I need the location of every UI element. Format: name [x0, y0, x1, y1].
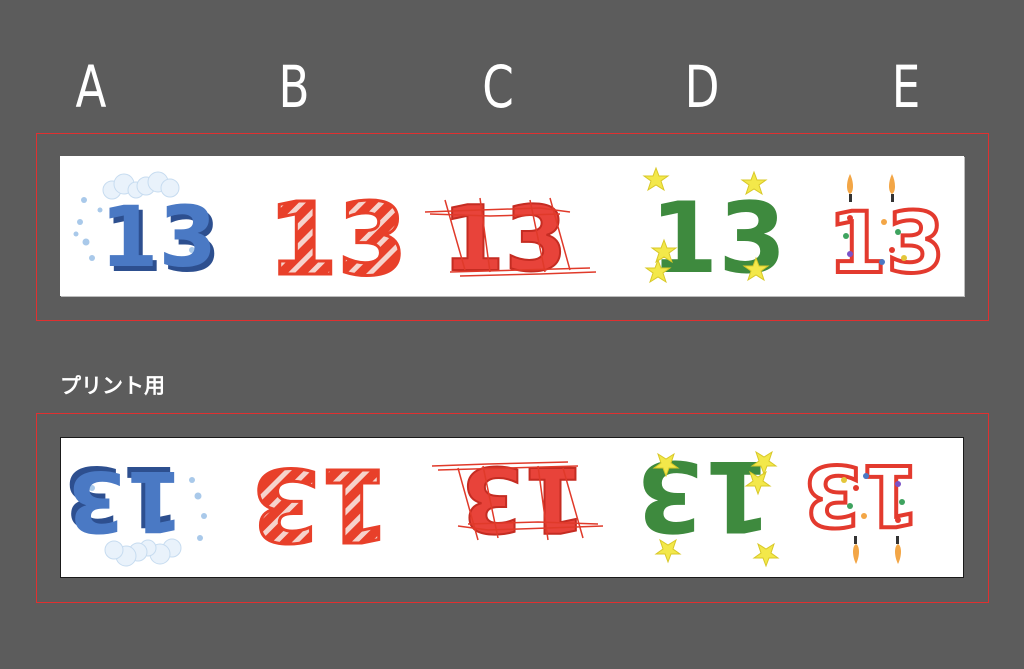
svg-text:13: 13	[67, 452, 184, 550]
stars-13-print-image: 13	[636, 438, 780, 568]
svg-text:13: 13	[251, 446, 390, 563]
stars-13-image: 13	[642, 166, 786, 296]
snow-13-image: 13 13	[73, 171, 221, 291]
column-letter-b: B	[278, 53, 310, 121]
candy-cane-13-image: 13	[267, 180, 409, 300]
print-section-label: プリント用	[60, 374, 165, 398]
candy-cane-13-print-image: 13	[249, 445, 391, 565]
scribble-13-print-image: 13	[431, 445, 604, 552]
candle-13-image: 13	[826, 174, 947, 294]
column-letter-c: C	[482, 53, 514, 121]
column-letter-e: E	[891, 53, 921, 121]
scribble-13-image: 13	[424, 186, 597, 293]
svg-text:13: 13	[636, 438, 772, 552]
svg-text:13: 13	[268, 181, 407, 298]
column-letter-d: D	[684, 53, 720, 121]
candle-13-print-image: 13	[801, 444, 922, 564]
svg-text:13: 13	[803, 446, 920, 544]
svg-text:13: 13	[100, 188, 217, 286]
svg-text:13: 13	[828, 194, 945, 292]
snow-13-print-image: 13 13	[63, 447, 207, 567]
column-letter-a: A	[75, 53, 107, 121]
svg-text:13: 13	[650, 182, 786, 296]
